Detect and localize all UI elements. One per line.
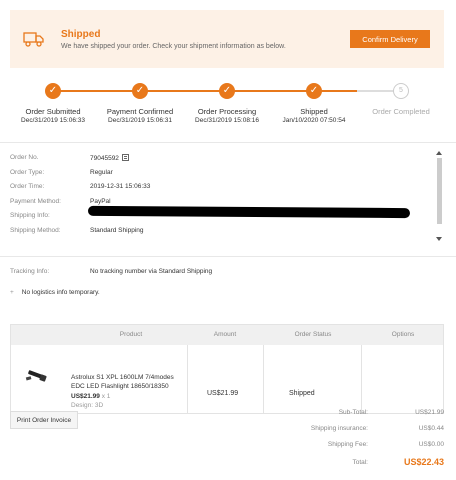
status-banner: Shipped We have shipped your order. Chec…: [10, 10, 444, 68]
order-no-value: 79045592: [90, 155, 119, 162]
scroll-up-icon[interactable]: [436, 151, 442, 155]
shipping-info-label: Shipping Info:: [10, 212, 50, 219]
divider: [0, 256, 456, 257]
total-value: US$22.43: [403, 457, 444, 467]
step-label: Order Submitted: [25, 107, 81, 116]
product-design: Design: 3D: [71, 402, 104, 409]
insurance-label: Shipping insurance:: [310, 425, 368, 432]
shipping-method-row: Shipping Method: Standard Shipping: [10, 227, 430, 237]
step-label: Shipped: [300, 107, 328, 116]
shipping-fee-row: Shipping Fee: US$0.00: [224, 441, 444, 451]
scroll-down-icon[interactable]: [436, 237, 442, 241]
step-order-processing: ✓ Order Processing Dec/31/2019 15:08:16: [182, 80, 272, 124]
column-divider: [263, 345, 264, 413]
tracking-label: Tracking Info:: [10, 268, 50, 275]
shipping-method-label: Shipping Method:: [10, 227, 61, 234]
check-icon: ✓: [306, 83, 322, 99]
product-table: Product Amount Order Status Options Astr…: [10, 324, 444, 414]
check-icon: ✓: [132, 83, 148, 99]
tracking-value: No tracking number via Standard Shipping: [90, 268, 213, 275]
total-row: Total: US$22.43: [224, 457, 444, 469]
order-time-value: 2019-12-31 15:06:33: [90, 183, 151, 190]
step-order-submitted: ✓ Order Submitted Dec/31/2019 15:06:33: [8, 80, 98, 124]
row-status: Shipped: [289, 390, 315, 397]
step-date: Dec/31/2019 15:06:33: [21, 117, 85, 124]
shipping-fee-value: US$0.00: [418, 441, 444, 448]
product-qty: x 1: [101, 393, 111, 400]
step-date: Jan/10/2020 07:50:54: [282, 117, 346, 124]
column-divider: [361, 345, 362, 413]
logistics-text: No logistics info temporary.: [21, 289, 100, 296]
order-no-label: Order No.: [10, 154, 39, 161]
truck-icon: [23, 32, 44, 47]
order-time-label: Order Time:: [10, 183, 45, 190]
shipping-method-value: Standard Shipping: [90, 227, 144, 234]
print-invoice-button[interactable]: Print Order Invoice: [10, 411, 78, 429]
subtotal-value: US$21.99: [415, 409, 444, 416]
shipping-fee-label: Shipping Fee:: [327, 441, 368, 448]
flashlight-image[interactable]: [25, 367, 49, 385]
col-options: Options: [391, 331, 415, 338]
step-label: Order Completed: [372, 107, 430, 116]
confirm-delivery-button[interactable]: Confirm Delivery: [350, 30, 430, 48]
plus-icon: +: [10, 289, 14, 296]
step-order-completed: 5 Order Completed: [356, 80, 446, 116]
step-label: Order Processing: [197, 107, 257, 116]
product-price: US$21.99: [71, 393, 100, 400]
step-payment-confirmed: ✓ Payment Confirmed Dec/31/2019 15:06:31: [95, 80, 185, 124]
order-progress: ✓ Order Submitted Dec/31/2019 15:06:33 ✓…: [0, 80, 456, 130]
order-time-row: Order Time: 2019-12-31 15:06:33: [10, 183, 430, 193]
step-date: Dec/31/2019 15:06:31: [108, 117, 172, 124]
payment-method-value: PayPal: [90, 198, 111, 205]
product-price-line: US$21.99 x 1: [71, 393, 110, 400]
table-header: Product Amount Order Status Options: [11, 325, 443, 345]
step-label: Payment Confirmed: [106, 107, 174, 116]
subtotal-label: Sub-Total:: [338, 409, 368, 416]
scrollbar-thumb[interactable]: [437, 158, 442, 224]
total-label: Total:: [352, 459, 368, 466]
step-number-icon: 5: [393, 83, 409, 99]
col-status: Order Status: [294, 331, 332, 338]
insurance-row: Shipping insurance: US$0.44: [224, 425, 444, 435]
order-info-panel: Order No. 79045592 Order Type: Regular O…: [10, 150, 444, 242]
table-row: Astrolux S1 XPL 1600LM 7/4modes EDC LED …: [11, 345, 443, 413]
check-icon: ✓: [219, 83, 235, 99]
order-type-label: Order Type:: [10, 169, 45, 176]
order-type-value: Regular: [90, 169, 113, 176]
insurance-value: US$0.44: [418, 425, 444, 432]
column-divider: [187, 345, 188, 413]
order-type-row: Order Type: Regular: [10, 169, 430, 179]
divider: [0, 142, 456, 143]
logistics-info: + No logistics info temporary.: [10, 289, 100, 296]
payment-method-label: Payment Method:: [10, 198, 61, 205]
order-no-row: Order No. 79045592: [10, 154, 430, 164]
subtotal-row: Sub-Total: US$21.99: [224, 409, 444, 419]
info-scrollbar[interactable]: [434, 150, 444, 242]
product-name-link[interactable]: Astrolux S1 XPL 1600LM 7/4modes EDC LED …: [71, 373, 186, 391]
check-icon: ✓: [45, 83, 61, 99]
step-shipped: ✓ Shipped Jan/10/2020 07:50:54: [269, 80, 359, 124]
step-date: Dec/31/2019 15:08:16: [195, 117, 259, 124]
status-subtitle: We have shipped your order. Check your s…: [61, 43, 286, 50]
row-amount: US$21.99: [207, 390, 239, 397]
status-title: Shipped: [61, 29, 101, 40]
col-amount: Amount: [213, 331, 237, 338]
copy-icon[interactable]: [121, 154, 129, 161]
